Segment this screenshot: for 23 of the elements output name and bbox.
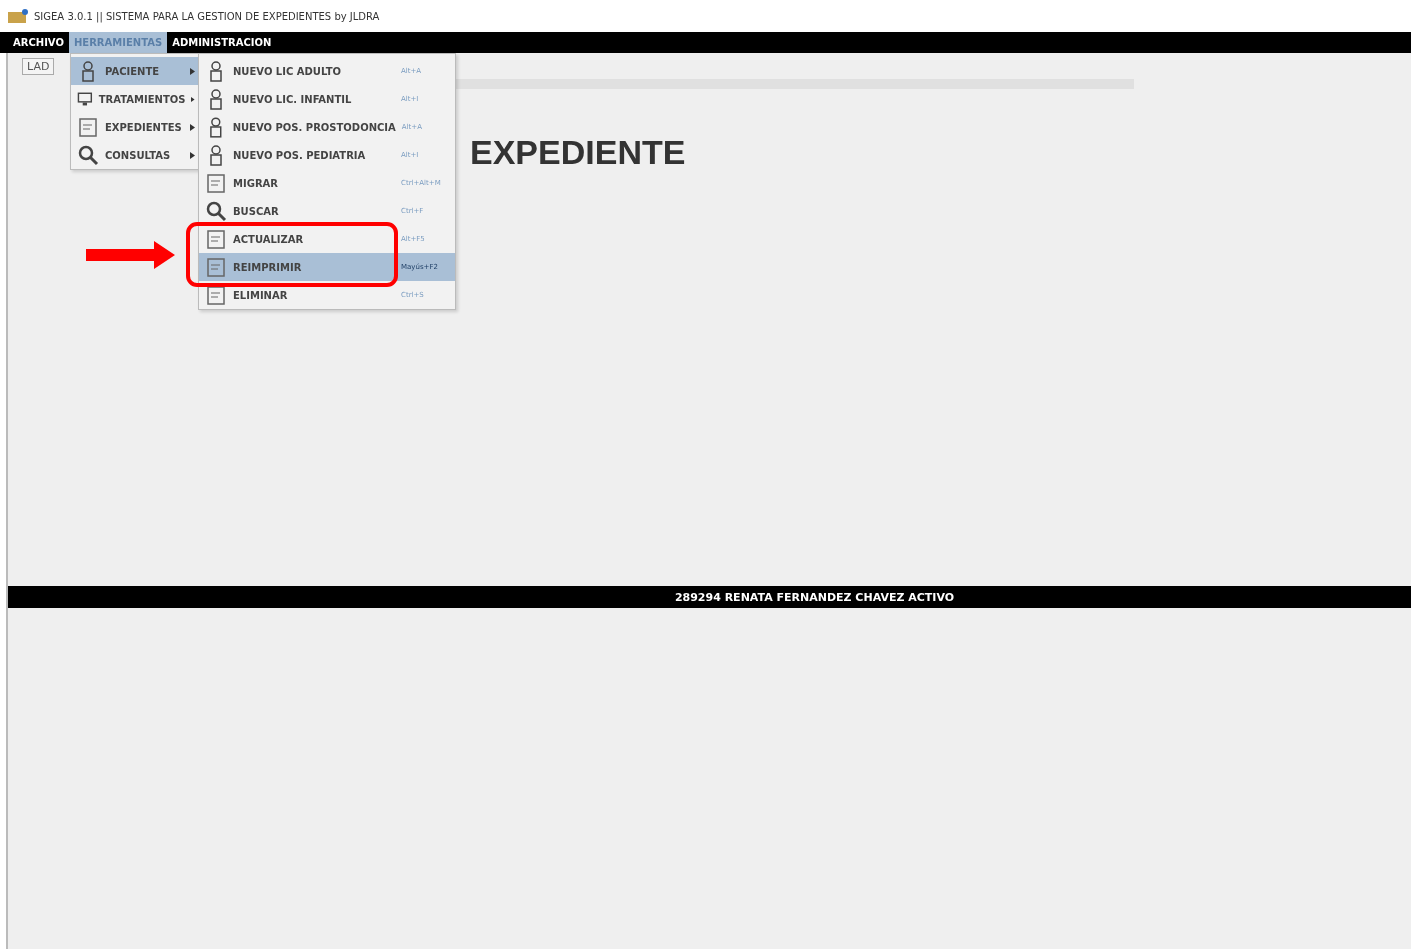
menu-item[interactable]: ADMINISTRACION xyxy=(167,32,277,53)
page-heading: EXPEDIENTE xyxy=(470,133,687,172)
document-icon xyxy=(205,284,227,306)
toolbar-button[interactable]: LAD xyxy=(22,57,55,75)
window-title: SIGEA 3.0.1 || SISTEMA PARA LA GESTION DE EXPEDIENTES by JLDRA xyxy=(34,10,380,22)
caret-icon xyxy=(190,67,195,75)
menu-entry[interactable]: CONSULTAS xyxy=(71,141,201,169)
caret-icon xyxy=(190,123,195,131)
menu-entry[interactable]: TRATAMIENTOS xyxy=(71,85,201,113)
document-icon xyxy=(205,228,227,250)
menu-entry[interactable]: EXPEDIENTES xyxy=(71,113,201,141)
caret-icon xyxy=(191,95,195,103)
arrow-icon xyxy=(86,241,175,269)
document-icon xyxy=(77,116,99,138)
status-bar: 289294 RENATA FERNANDEZ CHAVEZ ACTIVO xyxy=(8,586,1411,608)
search-icon xyxy=(205,200,227,222)
document-icon xyxy=(205,172,227,194)
search-icon xyxy=(77,144,99,166)
caret-icon xyxy=(190,151,195,159)
app-icon xyxy=(8,9,28,23)
document-icon xyxy=(205,256,227,278)
menu-entry[interactable]: PACIENTE xyxy=(71,57,201,85)
menu-item[interactable]: ARCHIVO xyxy=(8,32,69,53)
